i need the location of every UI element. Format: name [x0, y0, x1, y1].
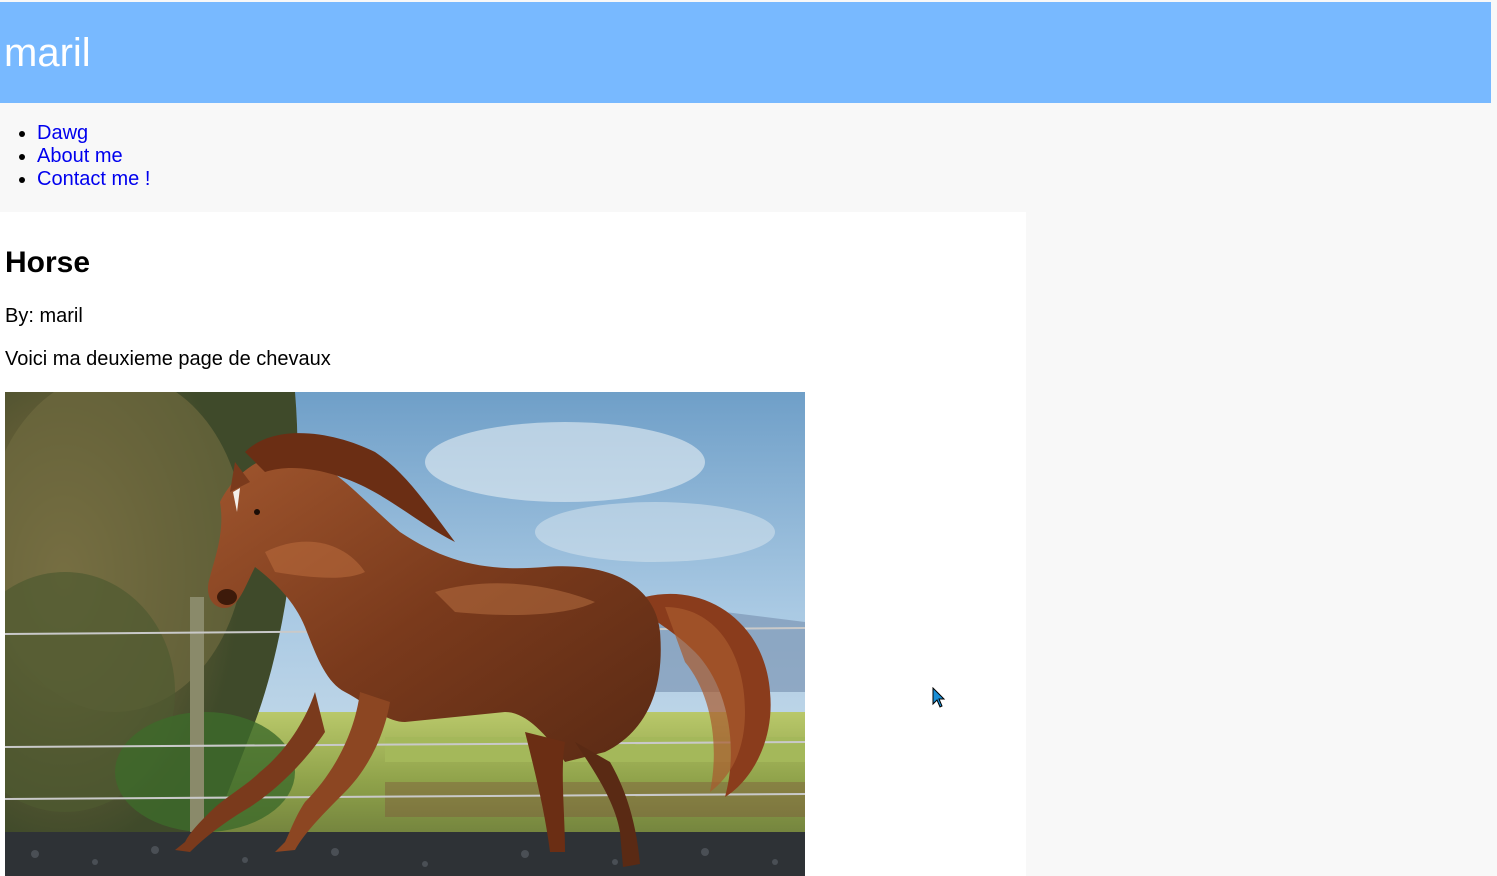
site-title: maril — [4, 31, 91, 75]
mouse-cursor-icon — [932, 687, 946, 708]
nav-item-about: About me — [37, 145, 150, 168]
navigation: Dawg About me Contact me ! — [0, 103, 1497, 212]
nav-list: Dawg About me Contact me ! — [0, 122, 150, 191]
main-content: Horse By: maril Voici ma deuxieme page d… — [0, 212, 1026, 876]
nav-item-dawg: Dawg — [37, 122, 150, 145]
nav-item-contact: Contact me ! — [37, 168, 150, 191]
post-description: Voici ma deuxieme page de chevaux — [5, 348, 331, 370]
nav-link-dawg[interactable]: Dawg — [37, 122, 88, 144]
horse-image — [5, 392, 805, 876]
site-header: maril — [0, 2, 1491, 103]
nav-link-contact-me[interactable]: Contact me ! — [37, 168, 150, 190]
post-title: Horse — [5, 246, 91, 279]
post-byline: By: maril — [5, 305, 83, 327]
nav-link-about-me[interactable]: About me — [37, 145, 123, 167]
